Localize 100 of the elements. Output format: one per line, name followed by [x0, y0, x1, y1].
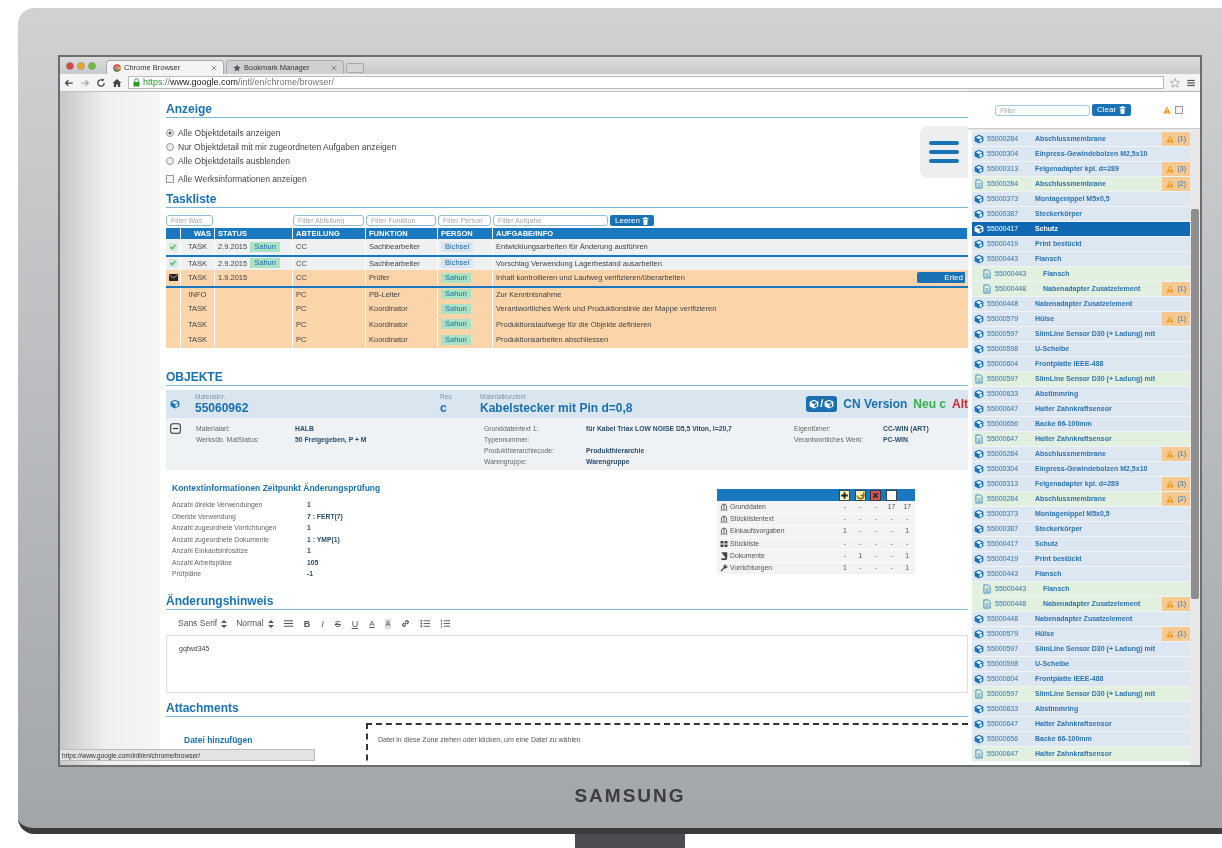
warning-icon — [1166, 165, 1175, 173]
refresh-icon — [854, 489, 866, 501]
cube-icon — [824, 398, 835, 409]
building-icon — [720, 515, 728, 524]
lines-icon[interactable] — [282, 618, 294, 630]
cube-icon — [809, 398, 820, 409]
collapse-icon[interactable] — [170, 422, 181, 434]
zoom-button[interactable] — [88, 61, 96, 70]
cube-icon — [974, 239, 984, 249]
warning-icon — [1166, 480, 1175, 488]
document-icon — [974, 374, 984, 384]
forward-icon[interactable] — [80, 77, 90, 88]
bullet-list-icon[interactable] — [420, 618, 432, 630]
radio-label: Alle Objektdetails ausblenden — [178, 154, 290, 168]
cube-icon — [974, 614, 984, 624]
grid-icon — [720, 539, 728, 548]
new-tab-button[interactable] — [346, 63, 364, 73]
document-icon — [982, 584, 992, 594]
cube-icon — [974, 134, 984, 144]
cube-icon — [974, 659, 984, 669]
cube-icon — [974, 299, 984, 309]
star-icon — [233, 63, 241, 72]
cube-icon — [974, 554, 984, 564]
warning-icon — [1166, 630, 1175, 638]
warning-icon — [1166, 495, 1175, 503]
radio-button[interactable] — [166, 143, 174, 151]
format-button[interactable]: I — [320, 618, 325, 629]
radio-label: Nur Objektdetail mit mir zugeordneten Aufgaben anzeigen — [178, 140, 397, 154]
radio-button[interactable] — [166, 157, 174, 165]
cube-icon — [974, 464, 984, 474]
link-icon[interactable] — [400, 618, 412, 630]
format-button[interactable]: U — [350, 618, 360, 629]
bookmark-star-icon[interactable] — [1170, 77, 1180, 88]
warning-icon — [1166, 180, 1175, 188]
scrollbar[interactable] — [1190, 129, 1200, 765]
numbered-list-icon[interactable] — [440, 618, 452, 630]
menu-button[interactable] — [920, 126, 968, 178]
section-heading: Änderungshinweis — [166, 593, 968, 610]
checkbox[interactable] — [1175, 106, 1184, 114]
cube-icon — [974, 674, 984, 684]
warning-icon — [1163, 106, 1172, 114]
cube-icon — [974, 164, 984, 174]
warning-icon — [1166, 315, 1175, 323]
format-button[interactable]: S — [333, 618, 342, 629]
warning-icon — [1166, 450, 1175, 458]
document-icon — [982, 284, 992, 294]
scrollbar-thumb[interactable] — [1191, 209, 1199, 599]
version-switch-button[interactable]: / — [806, 395, 838, 412]
document-icon — [974, 494, 984, 504]
warning-icon — [1166, 135, 1175, 143]
cube-icon — [974, 149, 984, 159]
clear-button[interactable]: Leeren — [610, 215, 654, 226]
cube-icon — [974, 224, 984, 234]
close-button[interactable] — [66, 61, 74, 70]
cube-icon — [974, 719, 984, 729]
document-icon — [974, 434, 984, 444]
version-label: CN Version — [843, 395, 908, 413]
warning-icon — [1166, 600, 1175, 608]
format-button[interactable]: B — [302, 618, 312, 629]
reload-icon[interactable] — [96, 77, 106, 88]
cube-icon — [974, 479, 984, 489]
field-value: 55060962 — [195, 400, 250, 415]
checkbox-label: Alle Werksinformationen anzeigen — [178, 172, 307, 186]
close-icon[interactable] — [211, 64, 217, 71]
cube-icon — [974, 569, 984, 579]
add-file-link[interactable]: Datei hinzufügen — [184, 734, 253, 745]
document-icon — [974, 179, 984, 189]
cube-icon — [170, 398, 180, 409]
checkmark-icon — [169, 242, 177, 251]
minimize-button[interactable] — [77, 61, 85, 70]
cube-icon — [974, 404, 984, 414]
menu-icon[interactable] — [1186, 77, 1196, 88]
cube-icon — [974, 314, 984, 324]
format-button[interactable]: A — [368, 618, 376, 629]
cube-icon — [974, 209, 984, 219]
field-value: Kabelstecker mit Pin d=0,8 — [480, 400, 634, 415]
cube-icon — [974, 344, 984, 354]
checkbox[interactable] — [166, 175, 174, 183]
dropdown[interactable]: Sans Serif — [178, 617, 228, 631]
field-value: c — [440, 400, 448, 415]
version-label: Neu c — [913, 395, 946, 413]
cube-icon — [974, 419, 984, 429]
cube-icon — [974, 644, 984, 654]
radio-button[interactable] — [166, 129, 174, 137]
trash-icon — [1119, 106, 1127, 114]
trash-icon — [641, 216, 649, 225]
close-icon[interactable] — [331, 64, 337, 71]
chrome-logo-icon — [113, 63, 121, 72]
section-heading: OBJEKTE — [166, 369, 968, 386]
document-icon — [982, 599, 992, 609]
dropdown[interactable]: Normal — [236, 617, 274, 631]
address-field[interactable]: https://www.google.com/intl/en/chrome/browser/ — [128, 76, 1164, 89]
book-icon — [720, 552, 728, 561]
home-icon[interactable] — [112, 77, 122, 88]
document-icon — [974, 749, 984, 759]
action-button[interactable]: Erled — [917, 272, 965, 284]
building-icon — [720, 502, 728, 511]
clear-button[interactable]: Clear — [1092, 104, 1132, 116]
back-icon[interactable] — [64, 77, 74, 88]
section-heading: Attachments — [166, 700, 968, 717]
